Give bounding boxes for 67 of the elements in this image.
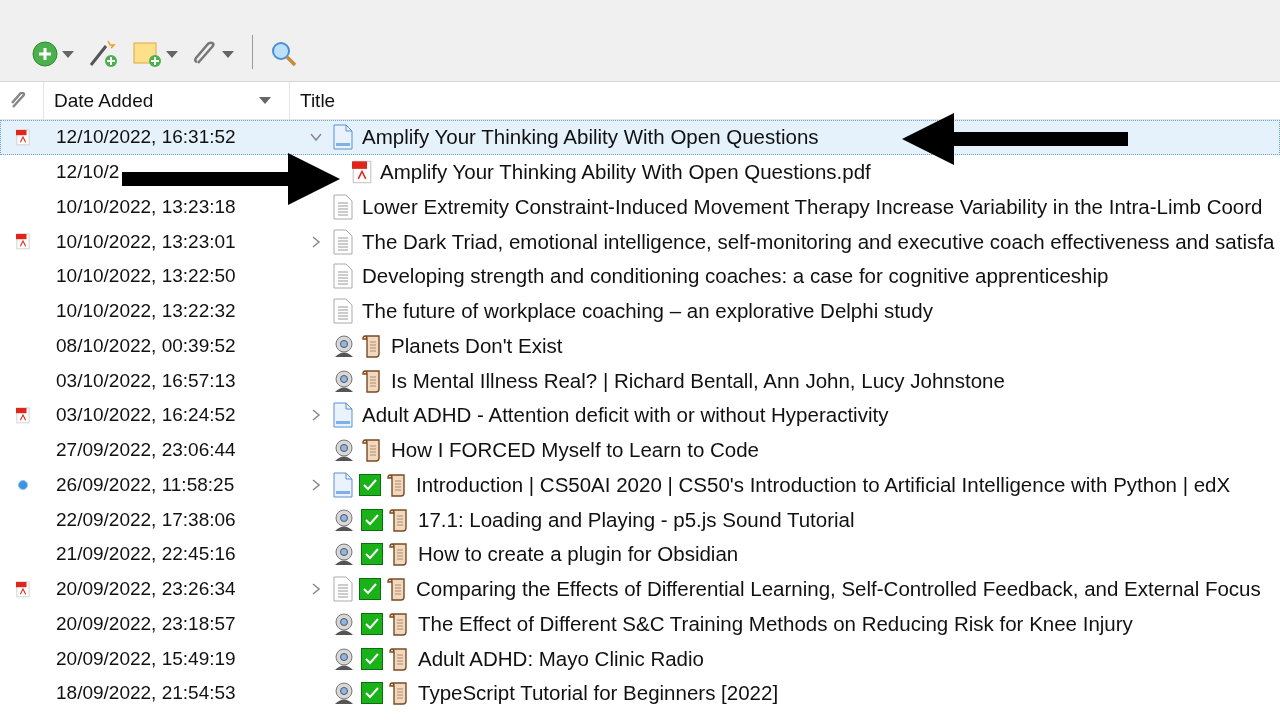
date-cell-text: 12/10/2 [55,161,121,184]
item-title: Adult ADHD: Mayo Clinic Radio [418,646,704,671]
document-icon [332,402,354,429]
webcam-icon [332,438,356,463]
caret-icon [222,50,234,58]
date-cell-text: 10/10/2022, 13:23:01 [55,230,237,253]
date-cell-text: 20/09/2022, 23:26:34 [55,578,237,601]
webcam-icon [332,611,356,636]
caret-icon [62,50,74,58]
note-icon [332,228,354,255]
webcam-icon [332,333,356,358]
item-title: How to create a plugin for Obsidian [418,542,739,567]
document-icon [332,124,354,151]
date-cell-text: 20/09/2022, 23:18:57 [55,612,237,635]
item-title: Introduction | CS50AI 2020 | CS50's Introduction to Artificial Intelligence with Python | edX [416,472,1231,497]
plus-circle-icon [32,41,58,67]
item-title: Lower Extremity Constraint-Induced Movement Therapy Increase Variability in the Intra-Limb Coord [362,194,1263,219]
date-cell-text: 12/10/2022, 16:31:52 [55,126,237,149]
item-title: Is Mental Illness Real? | Richard Bentall, Ann John, Lucy Johnstone [391,368,1005,393]
webcam-icon [332,542,356,567]
pdf-icon [16,406,30,424]
date-cell-text: 27/09/2022, 23:06:44 [55,439,237,462]
pdf-icon [16,233,30,250]
item-title: Amplify Your Thinking Ability With Open Questions [362,125,819,150]
item-title: The future of workplace coaching – an explorative Delphi study [362,299,933,324]
item-title: Amplify Your Thinking Ability With Open Questions.pdf [380,160,871,185]
caret-icon [259,97,271,104]
pdf-icon [16,580,30,598]
paperclip-icon [10,91,28,110]
pdf-icon [16,128,30,146]
note-plus-icon [132,40,162,68]
webcam-icon [332,507,356,532]
item-title: Planets Don't Exist [391,333,563,358]
date-cell-text: 10/10/2022, 13:22:32 [55,300,237,323]
webcam-icon [332,646,356,671]
item-title: 17.1: Loading and Playing - p5.js Sound Tutorial [418,507,855,532]
item-title: Adult ADHD - Attention deficit with or without Hyperactivity [362,403,889,428]
date-cell-text: 08/10/2022, 00:39:52 [55,334,237,357]
date-cell-text: 21/09/2022, 22:45:16 [55,543,237,566]
wand-icon [88,40,118,68]
webcam-icon [332,681,356,706]
item-title: TypeScript Tutorial for Beginners [2022] [418,681,779,706]
item-title: The Dark Triad, emotional intelligence, self-monitoring and executive coach effectiveness and satisfa [362,229,1275,254]
item-row[interactable]: 12/10/2022, 16:31:52 Amplify Your Thinking Ability With Open Questions [0,120,1280,155]
date-cell-text: 03/10/2022, 16:24:52 [55,404,237,427]
column-header[interactable]: Title [290,82,1280,119]
date-cell-text: 10/10/2022, 13:23:18 [55,195,237,218]
item-title: Comparing the Effects of Differential Learning, Self-Controlled Feedback, and External Focus [416,577,1261,602]
date-cell-text: 22/09/2022, 17:38:06 [55,508,237,531]
note-icon [332,298,354,325]
note-icon [332,263,354,290]
date-cell-text: 10/10/2022, 13:22:50 [55,265,237,288]
date-cell-text: 18/09/2022, 21:54:53 [55,682,237,705]
date-cell-text: 26/09/2022, 11:58:25 [55,473,236,496]
item-title: How I FORCED Myself to Learn to Code [391,438,759,463]
item-title: The Effect of Different S&C Training Methods on Reducing Risk for Knee Injury [418,611,1133,636]
date-cell-text: 03/10/2022, 16:57:13 [55,369,237,392]
column-header[interactable]: Date Added [44,82,290,119]
search-icon [271,41,297,67]
note-icon [332,576,354,603]
webcam-icon [332,368,356,393]
caret-icon [166,50,178,58]
document-icon [332,471,354,498]
date-cell-text: 20/09/2022, 15:49:19 [55,647,237,670]
pdf-icon [352,160,372,185]
note-icon [332,193,354,220]
item-title: Developing strength and conditioning coaches: a case for cognitive apprenticeship [362,264,1109,289]
